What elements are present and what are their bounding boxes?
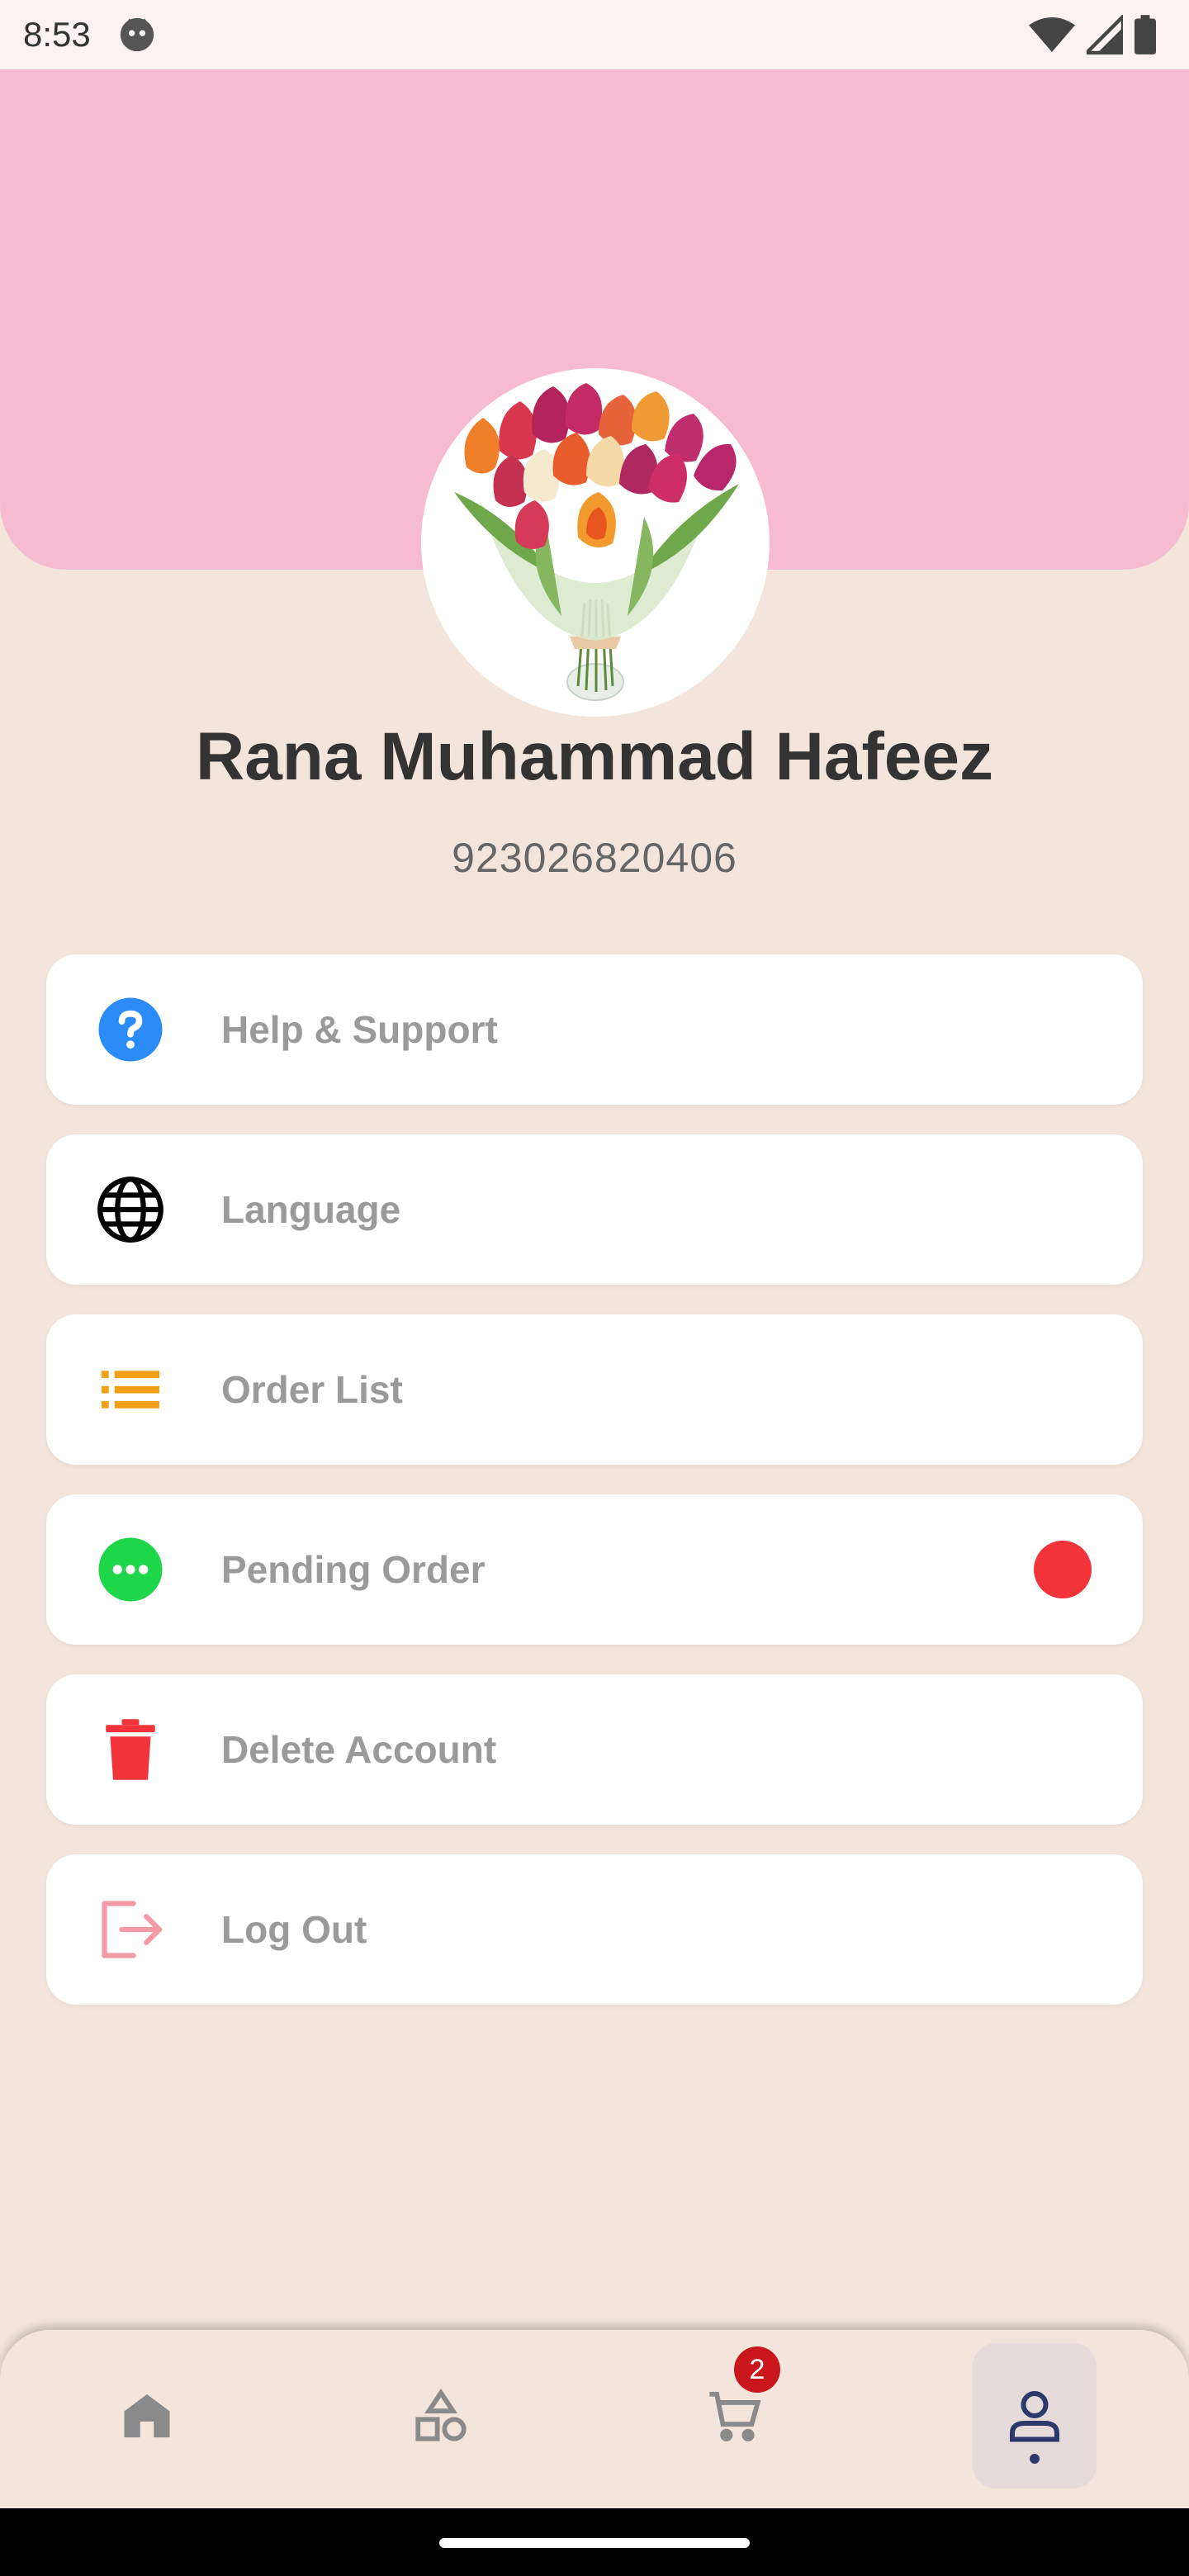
language-label: Language [221, 1188, 401, 1231]
user-phone: 923026820406 [452, 835, 737, 881]
help-support-item[interactable]: Help & Support [46, 954, 1143, 1105]
profile-avatar[interactable] [421, 368, 770, 717]
system-navigation-bar [0, 2508, 1189, 2576]
list-icon [96, 1355, 165, 1424]
profile-menu: Help & Support Language Order List Pendi… [46, 954, 1143, 2034]
categories-icon [415, 2389, 467, 2441]
logout-icon [96, 1895, 165, 1964]
profile-icon [1010, 2391, 1059, 2442]
status-bar: 8:53 [0, 0, 1189, 69]
tulip-bouquet-image [454, 383, 739, 701]
battery-icon [1135, 15, 1156, 54]
language-item[interactable]: Language [46, 1134, 1143, 1285]
status-icons [1029, 15, 1156, 54]
status-time: 8:53 [23, 15, 91, 54]
bottom-navigation: 2 [0, 2330, 1189, 2508]
cellular-signal-icon [1087, 15, 1123, 54]
pending-order-label: Pending Order [221, 1548, 486, 1591]
active-indicator-dot [1030, 2454, 1040, 2464]
notification-app-icon [120, 17, 154, 52]
globe-icon [96, 1175, 165, 1244]
nav-home[interactable] [85, 2343, 209, 2488]
help-circle-icon [96, 995, 165, 1064]
cart-icon [709, 2391, 761, 2441]
nav-categories[interactable] [379, 2343, 503, 2488]
more-horizontal-circle-icon [96, 1535, 165, 1604]
delete-account-item[interactable]: Delete Account [46, 1674, 1143, 1825]
trash-icon [96, 1715, 165, 1784]
pending-indicator-dot [1034, 1541, 1092, 1598]
cart-badge: 2 [734, 2346, 780, 2393]
help-support-label: Help & Support [221, 1008, 498, 1051]
pending-order-item[interactable]: Pending Order [46, 1494, 1143, 1645]
logout-label: Log Out [221, 1908, 367, 1951]
wifi-icon [1029, 17, 1075, 52]
nav-profile[interactable] [973, 2343, 1097, 2488]
home-icon [124, 2394, 170, 2438]
gesture-handle[interactable] [439, 2538, 750, 2548]
order-list-item[interactable]: Order List [46, 1314, 1143, 1465]
logout-item[interactable]: Log Out [46, 1854, 1143, 2005]
user-name: Rana Muhammad Hafeez [195, 719, 994, 794]
order-list-label: Order List [221, 1368, 403, 1411]
nav-cart[interactable]: 2 [673, 2343, 797, 2488]
delete-account-label: Delete Account [221, 1728, 497, 1771]
